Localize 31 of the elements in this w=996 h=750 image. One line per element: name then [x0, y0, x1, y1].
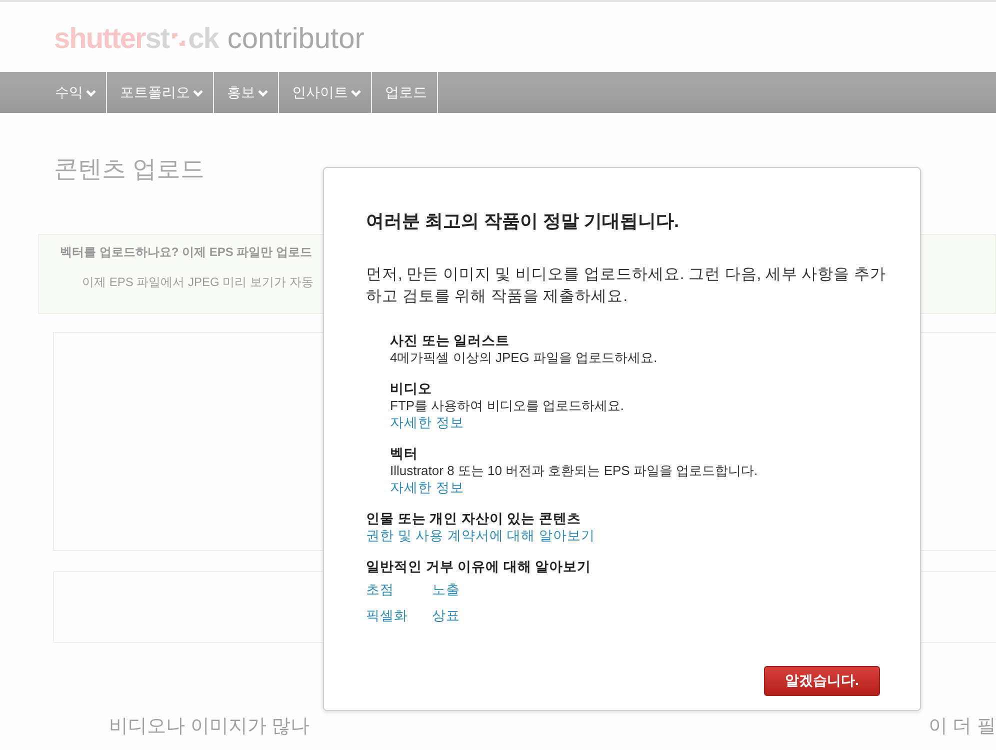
- dialog-intro: 먼저, 만든 이미지 및 비디오를 업로드하세요. 그런 다음, 세부 사항을 추가하고 검토를 위해 작품을 제출하세요.: [366, 265, 886, 307]
- reason-link[interactable]: 픽셀화: [366, 607, 408, 624]
- type-text: 4메가픽셀 이상의 JPEG 파일을 업로드하세요.: [390, 349, 658, 366]
- type-heading: 사진 또는 일러스트: [390, 332, 511, 349]
- more-info-link[interactable]: 자세한 정보: [390, 479, 880, 496]
- type-text: Illustrator 8 또는 10 버전과 호환되는 EPS 파일을 업로드합니다.: [390, 462, 759, 479]
- nav-item[interactable]: 포트폴리오: [107, 72, 214, 113]
- logo-text: shutter: [54, 22, 146, 56]
- logo-icon: [170, 30, 188, 48]
- dialog-title: 여러분 최고의 작품이 정말 기대됩니다.: [366, 210, 680, 233]
- rights-link[interactable]: 권한 및 사용 계약서에 대해 알아보기: [366, 527, 880, 544]
- type-text: FTP를 사용하여 비디오를 업로드하세요.: [390, 397, 625, 414]
- logo-text: contributor: [227, 22, 364, 56]
- nav-item[interactable]: 홍보: [214, 72, 279, 113]
- page-title: 콘텐츠 업로드: [53, 155, 206, 185]
- type-heading: 비디오: [390, 380, 433, 397]
- reason-link[interactable]: 초점: [366, 581, 394, 598]
- reason-link[interactable]: 노출: [432, 581, 460, 598]
- notice-text: 이제 EPS 파일에서 JPEG 미리 보기가 자동: [82, 274, 314, 291]
- type-heading: 벡터: [390, 445, 419, 462]
- reason-link[interactable]: 상표: [432, 607, 460, 624]
- more-info-link[interactable]: 자세한 정보: [390, 414, 880, 431]
- ok-button[interactable]: 알겠습니다.: [764, 666, 880, 696]
- notice-heading: 벡터를 업로드하나요? 이제 EPS 파일만 업로드: [60, 244, 312, 261]
- nav-item[interactable]: 업로드: [372, 72, 438, 113]
- nav-item[interactable]: 수익: [42, 72, 107, 113]
- section-heading: 인물 또는 개인 자산이 있는 콘텐츠: [366, 510, 582, 527]
- nav-item[interactable]: 인사이트: [279, 72, 372, 113]
- section-heading: 일반적인 거부 이유에 대해 알아보기: [366, 558, 592, 575]
- promo-heading: 비디오나 이미지가 많나: [109, 715, 310, 739]
- promo-heading: 이 더 필: [928, 715, 996, 739]
